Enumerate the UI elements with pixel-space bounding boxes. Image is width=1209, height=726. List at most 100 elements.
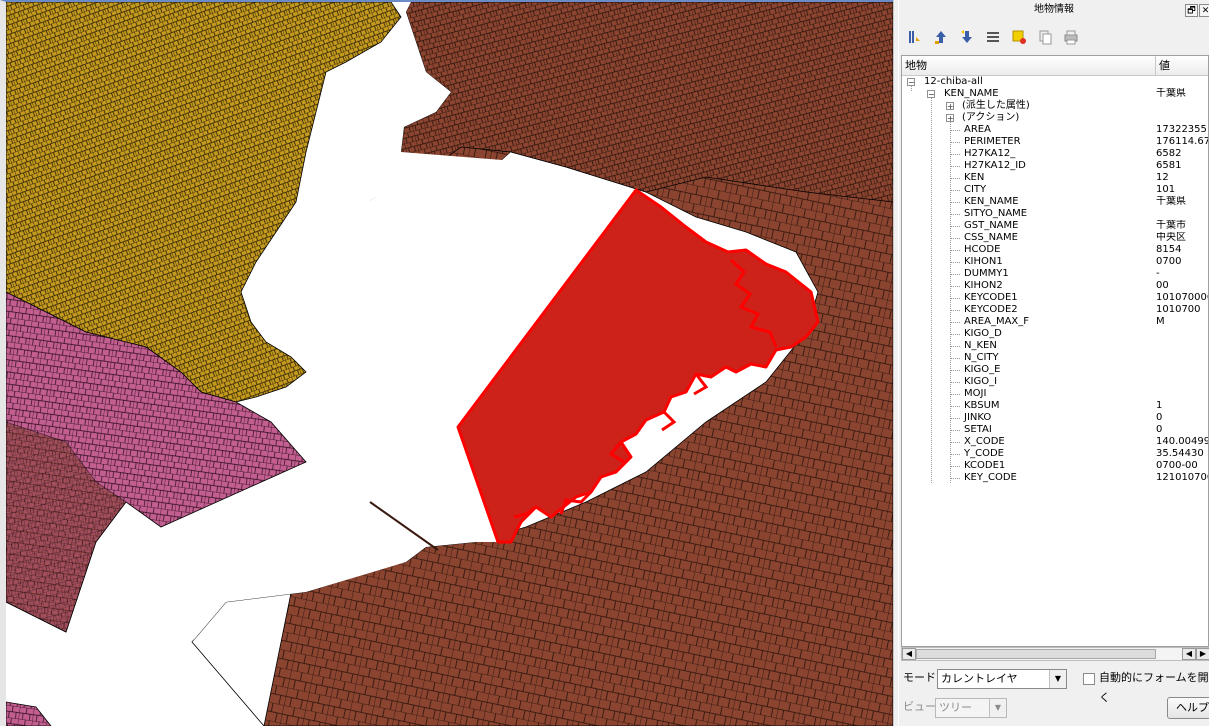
feature-value: 千葉県: [1156, 88, 1186, 99]
panel-title: 地物情報: [1034, 4, 1074, 15]
attribute-row[interactable]: KIHON1 0700: [902, 256, 1208, 268]
auto-open-form-checkbox[interactable]: [1083, 673, 1095, 685]
attribute-row[interactable]: N_CITY: [902, 352, 1208, 364]
attribute-row[interactable]: KEYCODE2 1010700: [902, 304, 1208, 316]
attribute-row[interactable]: GST_NAME 千葉市: [902, 220, 1208, 232]
attribute-value: 0700: [1156, 256, 1182, 267]
attribute-name: KIGO_E: [964, 364, 1001, 375]
identify-results-panel: 地物情報 🗗 ✕ 地物 値 − 12-chiba-all − KEN_NAME …: [899, 0, 1209, 726]
attribute-name: Y_CODE: [964, 448, 1004, 459]
mode-label: モード: [903, 671, 936, 684]
scroll-thumb[interactable]: [916, 649, 1156, 659]
restore-button[interactable]: 🗗: [1185, 4, 1198, 17]
attribute-name: KIHON1: [964, 256, 1003, 267]
attribute-row[interactable]: X_CODE 140.00499: [902, 436, 1208, 448]
feature-field: KEN_NAME: [944, 88, 999, 99]
attribute-value: 1: [1156, 400, 1163, 411]
attribute-value: 12: [1156, 172, 1169, 183]
tree-guide: [950, 454, 960, 455]
attribute-row[interactable]: SITYO_NAME: [902, 208, 1208, 220]
attribute-row[interactable]: H27KA12_ 6582: [902, 148, 1208, 160]
attribute-name: KIHON2: [964, 280, 1003, 291]
attribute-row[interactable]: MOJI: [902, 388, 1208, 400]
attribute-row[interactable]: KCODE1 0700-00: [902, 460, 1208, 472]
attribute-row[interactable]: H27KA12_ID 6581: [902, 160, 1208, 172]
attribute-row[interactable]: KIGO_D: [902, 328, 1208, 340]
tree-guide: [950, 334, 960, 335]
chevron-down-icon[interactable]: ▼: [989, 699, 1006, 717]
attribute-row[interactable]: KIGO_I: [902, 376, 1208, 388]
attribute-value: 35.54430: [1156, 448, 1204, 459]
attribute-row[interactable]: KBSUM 1: [902, 400, 1208, 412]
attribute-value: 1010700000: [1156, 292, 1208, 303]
expand-toggle-icon[interactable]: +: [946, 102, 954, 111]
attribute-row[interactable]: CSS_NAME 中央区: [902, 232, 1208, 244]
column-header-feature[interactable]: 地物: [902, 56, 1156, 75]
expand-icon[interactable]: [931, 27, 951, 47]
help-button[interactable]: ヘルプ: [1167, 697, 1209, 719]
attribute-row[interactable]: AREA 17322355155: [902, 124, 1208, 136]
attribute-row[interactable]: N_KEN: [902, 340, 1208, 352]
copy-attributes-icon[interactable]: [1035, 27, 1055, 47]
tree-row-derived[interactable]: + (派生した属性): [902, 100, 1208, 112]
attribute-row[interactable]: KIHON2 00: [902, 280, 1208, 292]
attribute-row[interactable]: Y_CODE 35.54430: [902, 448, 1208, 460]
attribute-row[interactable]: KEYCODE1 1010700000: [902, 292, 1208, 304]
mode-select[interactable]: カレントレイヤ ▼: [937, 669, 1067, 689]
view-row: ビュー ツリー ▼ ヘルプ: [901, 697, 1209, 719]
view-select[interactable]: ツリー ▼: [935, 698, 1007, 718]
attribute-name: KEYCODE2: [964, 304, 1018, 315]
attribute-row[interactable]: JINKO 0: [902, 412, 1208, 424]
tree-guide: [950, 202, 960, 203]
tree-row-feature[interactable]: − KEN_NAME 千葉県: [902, 88, 1208, 100]
clear-highlights-icon[interactable]: [1009, 27, 1029, 47]
attribute-row[interactable]: KEN 12: [902, 172, 1208, 184]
identify-tree[interactable]: 地物 値 − 12-chiba-all − KEN_NAME 千葉県 + (派生…: [901, 55, 1209, 647]
attribute-row[interactable]: SETAI 0: [902, 424, 1208, 436]
scroll-right-icon[interactable]: ▶: [1196, 648, 1209, 660]
collapse-toggle-icon[interactable]: −: [927, 90, 935, 99]
attribute-row[interactable]: HCODE 8154: [902, 244, 1208, 256]
tree-guide: [950, 214, 960, 215]
attribute-value: 千葉市: [1156, 220, 1186, 231]
horizontal-scrollbar[interactable]: ◀ ◀ ▶: [901, 647, 1209, 661]
attribute-name: SETAI: [964, 424, 992, 435]
close-button[interactable]: ✕: [1199, 4, 1209, 17]
attribute-row[interactable]: DUMMY1 -: [902, 268, 1208, 280]
expand-toggle-icon[interactable]: +: [946, 114, 954, 123]
attribute-value: 140.00499: [1156, 436, 1209, 447]
attribute-row[interactable]: KIGO_E: [902, 364, 1208, 376]
collapse-icon[interactable]: [983, 27, 1003, 47]
attribute-row[interactable]: KEY_CODE 12101070000: [902, 472, 1208, 484]
tree-row-layer[interactable]: − 12-chiba-all: [902, 76, 1208, 88]
attribute-name: H27KA12_ID: [964, 160, 1026, 171]
tree-guide: [950, 466, 960, 467]
attribute-name: CITY: [964, 184, 987, 195]
tree-guide: [950, 190, 960, 191]
attribute-row[interactable]: CITY 101: [902, 184, 1208, 196]
tree-guide: [950, 178, 960, 179]
chevron-down-icon[interactable]: ▼: [1049, 670, 1066, 688]
attribute-row[interactable]: KEN_NAME 千葉県: [902, 196, 1208, 208]
attribute-name: KEN: [964, 172, 985, 183]
attribute-row[interactable]: PERIMETER 176114.6717: [902, 136, 1208, 148]
attribute-value: 6582: [1156, 148, 1182, 159]
attribute-name: KIGO_D: [964, 328, 1002, 339]
map-canvas[interactable]: [0, 0, 893, 726]
map-svg[interactable]: [6, 2, 893, 726]
mode-row: モード カレントレイヤ ▼ 自動的にフォームを開く: [901, 668, 1209, 704]
attribute-name: H27KA12_: [964, 148, 1016, 159]
print-icon[interactable]: [1061, 27, 1081, 47]
expand-new-features-icon[interactable]: [905, 27, 925, 47]
attribute-value: 1010700: [1156, 304, 1201, 315]
attribute-row[interactable]: AREA_MAX_F M: [902, 316, 1208, 328]
expand-all-icon[interactable]: [957, 27, 977, 47]
column-header-value[interactable]: 値: [1156, 56, 1208, 75]
scroll-left-icon[interactable]: ◀: [902, 648, 916, 660]
tree-row-actions[interactable]: + (アクション): [902, 112, 1208, 124]
tree-guide: [950, 250, 960, 251]
layer-name: 12-chiba-all: [924, 76, 983, 87]
scroll-left-icon[interactable]: ◀: [1182, 648, 1196, 660]
collapse-toggle-icon[interactable]: −: [907, 78, 915, 87]
attribute-name: HCODE: [964, 244, 1001, 255]
